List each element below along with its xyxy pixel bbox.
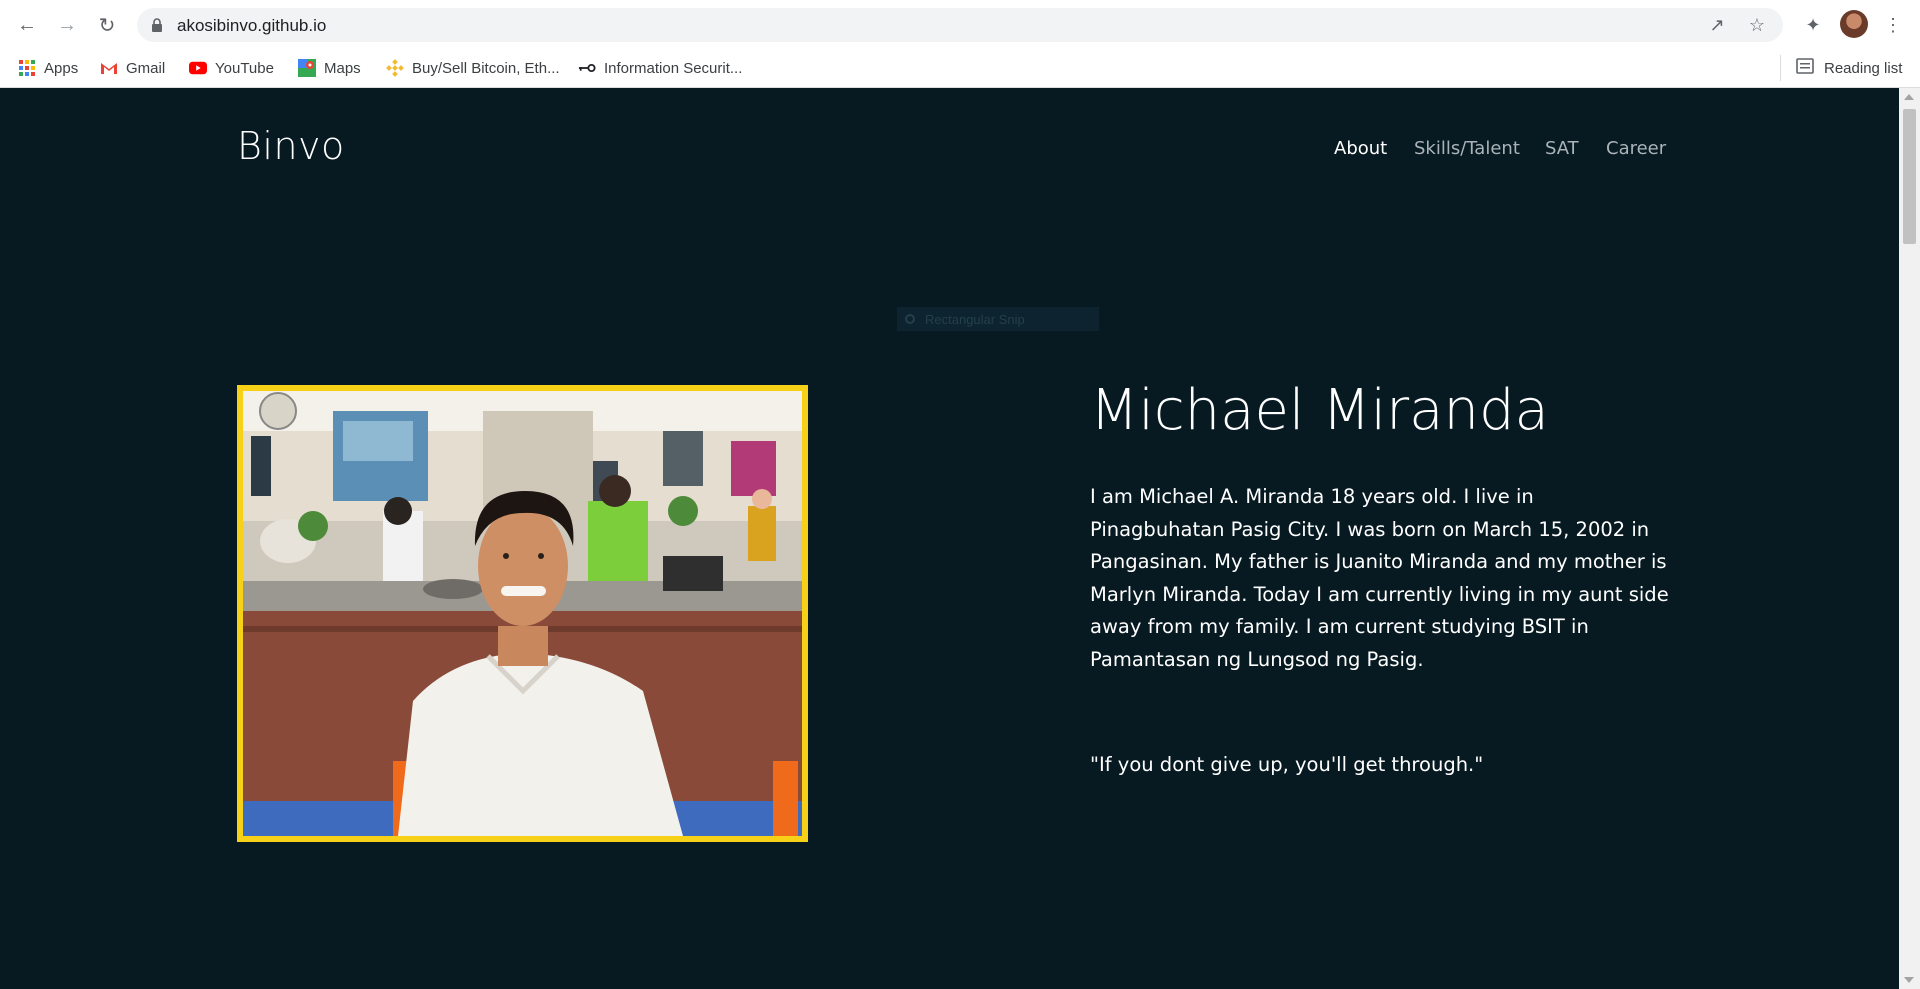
bookmark-label: Buy/Sell Bitcoin, Eth... bbox=[412, 59, 560, 77]
bookmark-binance[interactable]: Buy/Sell Bitcoin, Eth... bbox=[386, 55, 560, 81]
snip-overlay: Rectangular Snip bbox=[897, 307, 1099, 331]
reload-icon[interactable]: ↻ bbox=[94, 12, 120, 38]
browser-chrome: ← → ↻ akosibinvo.github.io ↗ ☆ ✦ ⋮ Apps … bbox=[0, 0, 1920, 88]
nav-career[interactable]: Career bbox=[1606, 138, 1666, 159]
snip-icon bbox=[905, 314, 915, 324]
hero-quote: "If you dont give up, you'll get through… bbox=[1090, 753, 1484, 776]
gmail-icon bbox=[100, 59, 118, 77]
youtube-icon bbox=[189, 59, 207, 77]
back-icon[interactable]: ← bbox=[14, 12, 40, 38]
forward-icon[interactable]: → bbox=[54, 12, 80, 38]
scroll-down-arrow-icon[interactable] bbox=[1904, 977, 1914, 983]
menu-kebab-icon[interactable]: ⋮ bbox=[1880, 12, 1906, 38]
bookmark-label: YouTube bbox=[215, 59, 274, 77]
star-icon[interactable]: ☆ bbox=[1747, 15, 1767, 35]
bookmark-label: Gmail bbox=[126, 59, 166, 77]
key-icon bbox=[578, 59, 596, 77]
maps-icon bbox=[298, 59, 316, 77]
nav-about[interactable]: About bbox=[1334, 138, 1387, 159]
bookmark-maps[interactable]: Maps bbox=[298, 55, 361, 81]
bookmark-infosec[interactable]: Information Securit... bbox=[578, 55, 742, 81]
scrollbar-thumb[interactable] bbox=[1903, 109, 1916, 244]
hero-name: Michael Miranda bbox=[1090, 378, 1549, 443]
extensions-icon[interactable]: ✦ bbox=[1800, 12, 1826, 38]
site-brand[interactable]: Binvo bbox=[237, 124, 345, 168]
profile-avatar[interactable] bbox=[1840, 10, 1868, 38]
hero-bio: I am Michael A. Miranda 18 years old. I … bbox=[1090, 485, 1669, 671]
share-icon[interactable]: ↗ bbox=[1707, 15, 1727, 35]
profile-photo-illustration bbox=[243, 391, 802, 836]
bookmark-apps[interactable]: Apps bbox=[18, 55, 78, 81]
page-scrollbar[interactable] bbox=[1899, 88, 1920, 989]
nav-skills-talent[interactable]: Skills/Talent bbox=[1414, 138, 1520, 159]
scroll-up-arrow-icon[interactable] bbox=[1904, 94, 1914, 100]
bookmark-youtube[interactable]: YouTube bbox=[189, 55, 274, 81]
lock-icon bbox=[152, 18, 162, 32]
url-text[interactable]: akosibinvo.github.io bbox=[177, 16, 326, 36]
browser-toolbar: ← → ↻ akosibinvo.github.io ↗ ☆ ✦ ⋮ bbox=[0, 0, 1920, 49]
reading-list-label: Reading list bbox=[1824, 59, 1903, 77]
bookmark-label: Maps bbox=[324, 59, 361, 77]
profile-photo bbox=[237, 385, 808, 842]
bookmarks-bar: Apps Gmail YouTube Maps Buy/Sell Bitcoin… bbox=[0, 49, 1920, 88]
reading-list-button[interactable]: Reading list bbox=[1796, 55, 1902, 81]
bookmark-gmail[interactable]: Gmail bbox=[100, 55, 165, 81]
reading-list-icon bbox=[1796, 58, 1814, 78]
snip-label: Rectangular Snip bbox=[925, 311, 1025, 327]
bookmark-label: Apps bbox=[44, 59, 79, 77]
bookmark-label: Information Securit... bbox=[604, 59, 743, 77]
binance-icon bbox=[386, 59, 404, 77]
nav-sat[interactable]: SAT bbox=[1545, 138, 1579, 159]
page-viewport: Binvo About Skills/Talent SAT Career Rec… bbox=[0, 88, 1899, 989]
apps-grid-icon bbox=[18, 59, 36, 77]
bookmarks-divider bbox=[1780, 55, 1781, 81]
address-bar[interactable]: akosibinvo.github.io ↗ ☆ bbox=[137, 8, 1783, 42]
